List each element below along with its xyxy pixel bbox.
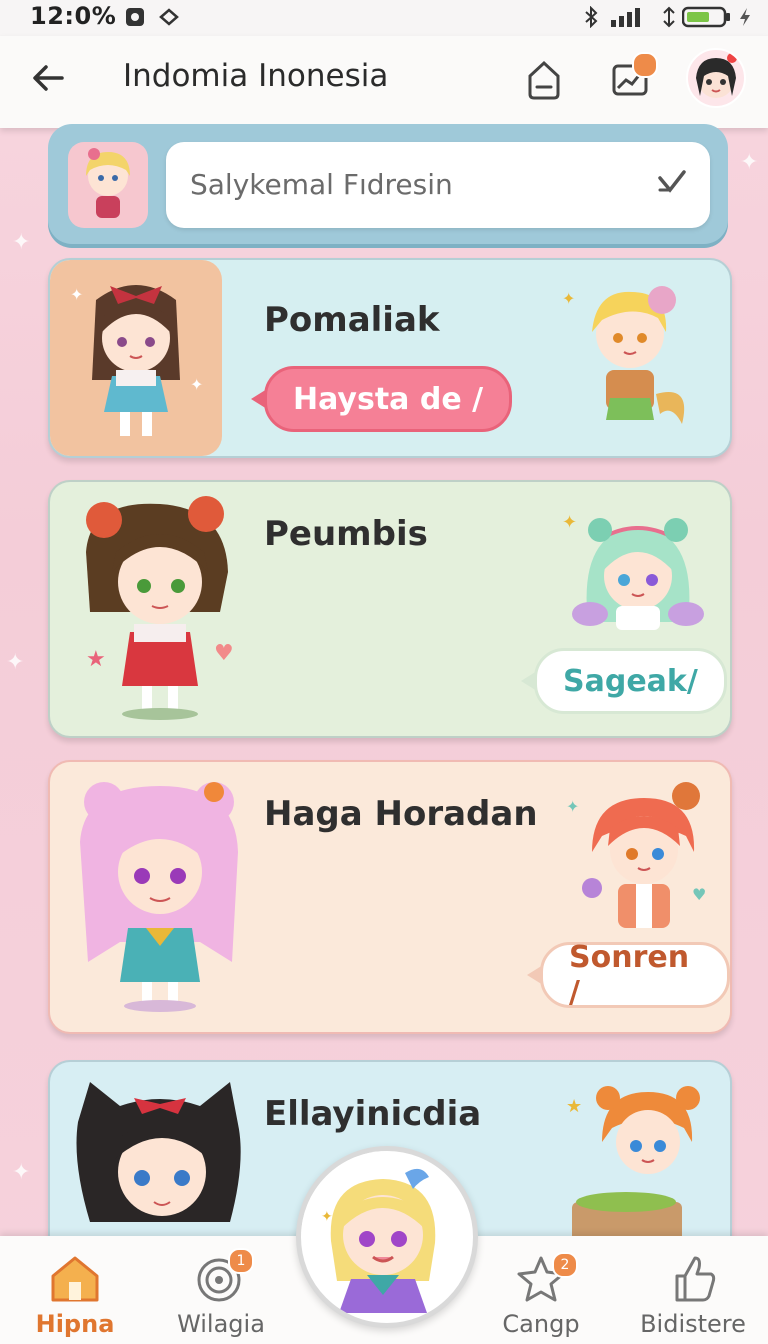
search-avatar — [68, 142, 148, 228]
action-bubble-button[interactable]: Haysta de / — [250, 366, 513, 432]
svg-text:✦: ✦ — [562, 289, 575, 308]
character-name: Pomaliak — [264, 300, 440, 340]
svg-text:✦: ✦ — [190, 375, 203, 394]
svg-text:✦: ✦ — [566, 797, 579, 816]
character-portrait: ✦ ✦ — [50, 260, 222, 456]
character-card[interactable]: ★ ♥ Peumbis ✦ Sageak/ — [48, 480, 732, 738]
svg-text:✦: ✦ — [70, 285, 83, 304]
center-avatar-button[interactable]: ✦ — [296, 1146, 478, 1328]
charging-icon — [734, 6, 756, 28]
search-card: Salykemal Fıdresin — [48, 124, 728, 244]
nav-label: Cangp — [502, 1310, 580, 1338]
data-icon — [658, 6, 680, 28]
character-card[interactable]: Haga Horadan ♥ ✦ Sonren / — [48, 760, 732, 1034]
sparkle-decoration: ✦ — [12, 1160, 31, 1185]
character-portrait: ✦ — [562, 274, 712, 444]
character-portrait — [50, 762, 250, 1032]
character-portrait: ✦ — [562, 502, 712, 672]
home-outline-icon[interactable] — [520, 56, 568, 104]
nav-label: Bidistere — [640, 1310, 746, 1338]
svg-text:✦: ✦ — [562, 512, 577, 533]
svg-text:✦: ✦ — [321, 1209, 333, 1225]
status-time: 12:0% — [30, 2, 117, 30]
profile-avatar[interactable] — [686, 48, 746, 108]
nav-item-home[interactable]: Hipna — [0, 1236, 150, 1344]
action-bubble-button[interactable]: Sageak/ — [521, 648, 727, 714]
character-name: Ellayinicdia — [264, 1094, 482, 1134]
character-portrait: ★ ♥ — [50, 482, 250, 736]
sparkle-decoration: ✦ — [12, 230, 31, 255]
character-portrait: ♥ ✦ — [562, 776, 712, 946]
check-icon[interactable] — [654, 166, 690, 202]
page-title: Indomia Inonesia — [123, 58, 389, 94]
nav-label: Hipna — [35, 1310, 115, 1338]
nav-item-cangp[interactable]: 2 Cangp — [466, 1236, 616, 1344]
character-portrait: ★ — [562, 1072, 712, 1242]
svg-text:★: ★ — [566, 1096, 582, 1117]
svg-text:★: ★ — [86, 647, 106, 672]
status-bar: 12:0% — [0, 0, 768, 36]
cast-icon — [158, 6, 180, 28]
signal-icon — [610, 6, 650, 28]
notification-badge — [632, 52, 658, 78]
action-bubble-button[interactable]: Sonren / — [527, 940, 730, 1010]
search-placeholder: Salykemal Fıdresin — [190, 168, 453, 201]
svg-text:♥: ♥ — [214, 641, 234, 666]
chart-message-icon[interactable] — [606, 52, 658, 104]
sparkle-decoration: ✦ — [6, 650, 25, 675]
app-bar: Indomia Inonesia — [0, 36, 768, 128]
svg-text:♥: ♥ — [692, 885, 706, 904]
character-card[interactable]: ✦ ✦ Pomaliak Haysta de / ✦ — [48, 258, 732, 458]
nav-badge: 1 — [228, 1248, 254, 1274]
nav-label: Wilagia — [177, 1310, 265, 1338]
nav-item-bidistere[interactable]: Bidistere — [618, 1236, 768, 1344]
nav-badge: 2 — [552, 1252, 578, 1278]
nav-item-wilagia[interactable]: 1 Wilagia — [146, 1236, 296, 1344]
home-icon — [47, 1250, 103, 1306]
thumbs-up-icon — [665, 1250, 721, 1306]
search-input[interactable]: Salykemal Fıdresin — [166, 142, 710, 228]
sparkle-decoration: ✦ — [740, 150, 759, 175]
bluetooth-icon — [580, 5, 602, 29]
back-arrow-icon[interactable] — [24, 54, 72, 102]
notification-icon — [124, 6, 146, 28]
character-name: Peumbis — [264, 514, 428, 554]
character-name: Haga Horadan — [264, 794, 538, 834]
battery-icon — [681, 6, 732, 28]
